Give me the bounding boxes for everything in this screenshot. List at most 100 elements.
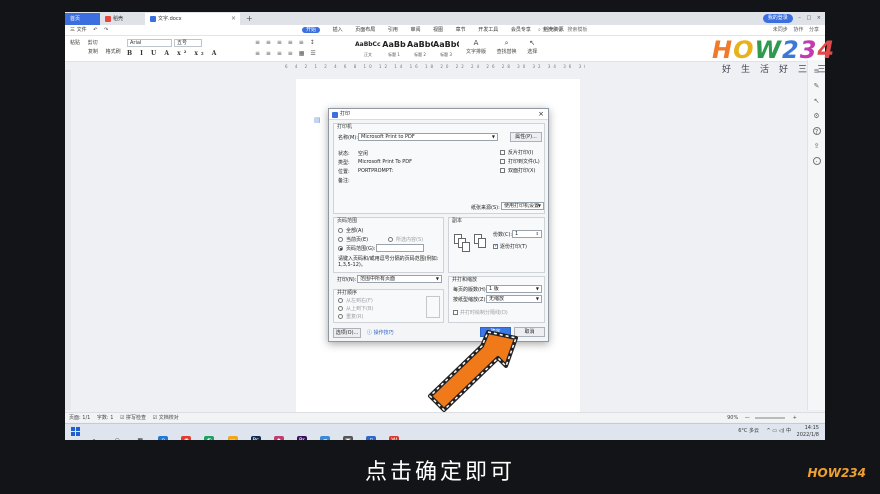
copy-page-icon [478,238,486,248]
order-top-bottom-radio[interactable] [338,306,343,311]
text-layout-button[interactable]: A 文字排版 [466,39,486,55]
style-heading2[interactable]: AaBbC 标题 2 [407,38,433,60]
zoom-out-button[interactable]: — [745,415,750,421]
taskbar-apps: ⌕ ○ ▦ e ◉ ◐ ▭ Ps ◆ Pr ▰ ▣ ▯ W [89,427,407,440]
duplex-checkbox[interactable] [500,168,505,173]
tab-view[interactable]: 视图 [433,27,443,33]
tab-start[interactable]: 开始 [302,27,321,33]
print-what-select[interactable]: 范围中所有页面 ▼ [357,275,442,283]
tab-developer[interactable]: 开发工具 [478,27,498,33]
tab-references[interactable]: 引用 [388,27,398,33]
tray-icons[interactable]: ^ ▭ ◁) 中 [767,428,791,435]
order-repeat-radio[interactable] [338,314,343,319]
paste-button[interactable]: 粘贴 [70,39,80,48]
spell-check[interactable]: ☑ 拼写检查 [120,415,146,421]
style-normal[interactable]: AaBbCcDd 正文 [355,38,381,60]
undo-icon[interactable]: ↶ [93,27,97,33]
select-button[interactable]: ↖ 选择 [527,39,537,55]
page-range-input[interactable] [376,244,424,252]
options-button[interactable]: 选项(O)... [333,328,361,338]
collate-checkbox[interactable] [493,243,498,249]
cancel-button[interactable]: 取消 [514,327,545,337]
page-range-label: 页码范围(G): [346,246,376,252]
editing-tools: A 文字排版 ⌕ 查找替换 ↖ 选择 [466,39,546,55]
cut-button[interactable]: 剪切 [88,39,98,48]
tab-docer-label: 稻壳 [113,16,124,22]
scale-select[interactable]: 无缩放 ▼ [486,295,542,303]
copies-section: 副本 份数(C): 1⇕ 逐份打印(T) [448,217,545,273]
tab-member[interactable]: 会员专享 [511,27,531,33]
minimize-icon[interactable]: – [798,15,801,21]
collab-button[interactable]: 协作 [793,27,803,33]
font-size-select[interactable]: 五号 [174,39,202,47]
format-painter-button[interactable]: 格式刷 [106,48,121,57]
new-tab-button[interactable]: + [246,12,253,25]
find-replace-button[interactable]: ⌕ 查找替换 [497,39,517,55]
all-pages-radio[interactable] [338,228,343,233]
reverse-print-checkbox[interactable] [500,150,505,155]
word-count[interactable]: 字数: 1 [97,415,113,421]
zoom-level: 90% [727,415,739,421]
sidebar-settings-icon[interactable]: ⚙ [813,112,821,120]
current-page-radio[interactable] [338,237,343,242]
find-icon: ⌕ [504,39,509,47]
sidebar-help-icon[interactable]: ? [812,127,821,136]
paragraph-buttons-row1[interactable]: ≡ ≡ ≡ ≡ ≡ ↕ [255,39,317,46]
print-to-file-checkbox[interactable] [500,159,505,164]
command-search[interactable]: ⌕ 查找命令、搜索模板 [538,26,587,35]
scale-label: 按纸型缩放(Z): [453,297,488,303]
properties-button[interactable]: 属性(P)... [510,132,542,142]
page-count: 页面: 1/1 [69,415,91,421]
zoom-in-button[interactable]: + [793,415,797,421]
sidebar-pen-icon[interactable]: ✎ [813,82,821,90]
font-format-buttons[interactable]: B I U A x² x₂ A [127,50,219,57]
zoom-control: 90% — + [722,413,797,423]
close-window-icon[interactable]: × [817,15,821,21]
copies-label: 份数(C): [493,232,513,238]
selection-radio[interactable] [388,237,393,242]
horizontal-ruler: 6 4 2 1 2 4 6 8 10 12 14 16 18 20 22 24 … [285,64,585,69]
draw-separator-checkbox[interactable] [453,310,458,315]
sidebar-globe-icon[interactable]: · [812,157,821,166]
tab-page-layout[interactable]: 页面布局 [355,27,375,33]
clock-time[interactable]: 14:15 [805,425,819,432]
style-heading1[interactable]: AaBb 标题 1 [381,38,407,60]
zoom-slider[interactable] [754,416,785,419]
sidebar-cursor-icon[interactable]: ↖ [813,97,821,105]
brand-logo: HOW234 [712,36,836,64]
tab-home[interactable]: 首页 [65,13,100,25]
style-heading3[interactable]: AaBbC 标题 3 [433,38,459,60]
tab-docer[interactable]: 稻壳 [100,13,145,25]
weather[interactable]: 6°C 多云 [738,428,759,435]
maximize-icon[interactable]: □ [806,15,811,21]
style-normal-preview: AaBbCcDd [355,41,381,48]
dialog-title: 打印 [340,111,351,117]
copies-input[interactable]: 1 ⇕ [512,230,542,238]
printer-name-select[interactable]: Microsoft Print to PDF ▼ [358,133,498,141]
login-button[interactable]: 我的登录 [762,14,793,23]
sidebar-share-icon[interactable]: ⇪ [813,142,821,150]
paragraph-buttons-row2[interactable]: ≡ ≡ ≡ ≡ ▦ ☰ [255,50,318,57]
doc-proofread[interactable]: ☑ 文档校对 [153,415,179,421]
tab-insert[interactable]: 插入 [333,27,343,33]
spinner-icon[interactable]: ⇕ [536,231,539,237]
tab-section[interactable]: 章节 [456,27,466,33]
font-name-select[interactable]: Arial [127,39,172,47]
tab-document[interactable]: 文字.docx × [145,13,240,25]
paper-source-select[interactable]: 使用打印机设置 ▼ [501,202,544,210]
sync-button[interactable]: 未同步 [773,27,788,33]
file-menu[interactable]: 三 文件 [70,27,87,33]
close-tab-icon[interactable]: × [231,13,236,25]
page-range-radio[interactable] [338,246,343,251]
windows-start-icon[interactable] [71,427,81,437]
clock-date[interactable]: 2022/1/8 [797,432,819,439]
redo-icon[interactable]: ↷ [104,27,108,33]
order-left-right-radio[interactable] [338,298,343,303]
close-icon[interactable]: × [538,109,544,120]
tab-review[interactable]: 审阅 [410,27,420,33]
dialog-titlebar: 打印 × [329,109,548,120]
copy-button[interactable]: 复制 [88,48,98,57]
share-button[interactable]: 分享 [809,27,819,33]
tips-link[interactable]: ⓘ 操作技巧 [367,329,394,336]
pages-per-sheet-select[interactable]: 1 版 ▼ [486,285,542,293]
